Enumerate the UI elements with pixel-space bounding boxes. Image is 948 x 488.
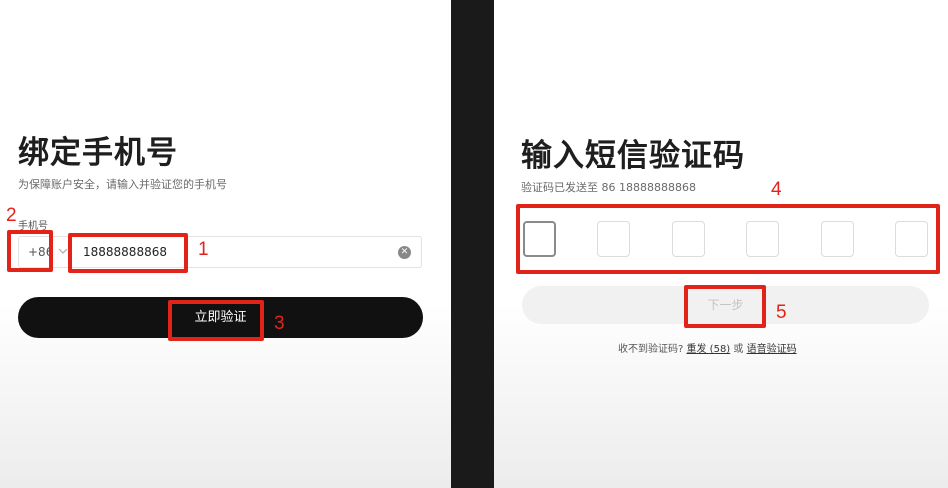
voice-code-link[interactable]: 语音验证码 [747,344,797,355]
annotation-box-2 [7,230,53,272]
sms-code-panel: 输入短信验证码 验证码已发送至 86 18888888868 下一步 收不到验证… [494,0,948,488]
annotation-number-2: 2 [6,205,17,226]
annotation-box-5 [684,285,766,328]
page-subtitle: 为保障账户安全，请输入并验证您的手机号 [18,178,227,191]
annotation-number-4: 4 [771,179,782,200]
page-title: 绑定手机号 [18,135,178,171]
clear-circle-icon[interactable]: ✕ [398,246,411,259]
resend-footer: 收不到验证码? 重发 (58) 或 语音验证码 [618,340,797,355]
annotation-number-1: 1 [198,239,209,260]
page-subtitle: 验证码已发送至 86 18888888868 [521,181,696,194]
resend-link[interactable]: 重发 (58) [687,344,731,355]
annotation-number-3: 3 [274,313,285,334]
bind-phone-panel: 绑定手机号 为保障账户安全，请输入并验证您的手机号 手机号 +86 188888… [0,0,451,488]
annotation-box-1 [68,233,188,273]
page-title: 输入短信验证码 [521,138,745,174]
or-text: 或 [733,344,744,355]
annotation-box-3 [168,300,264,341]
no-code-text: 收不到验证码? [618,344,684,355]
annotation-number-5: 5 [776,302,787,323]
panel-divider [451,0,494,488]
annotation-box-4 [516,204,940,274]
